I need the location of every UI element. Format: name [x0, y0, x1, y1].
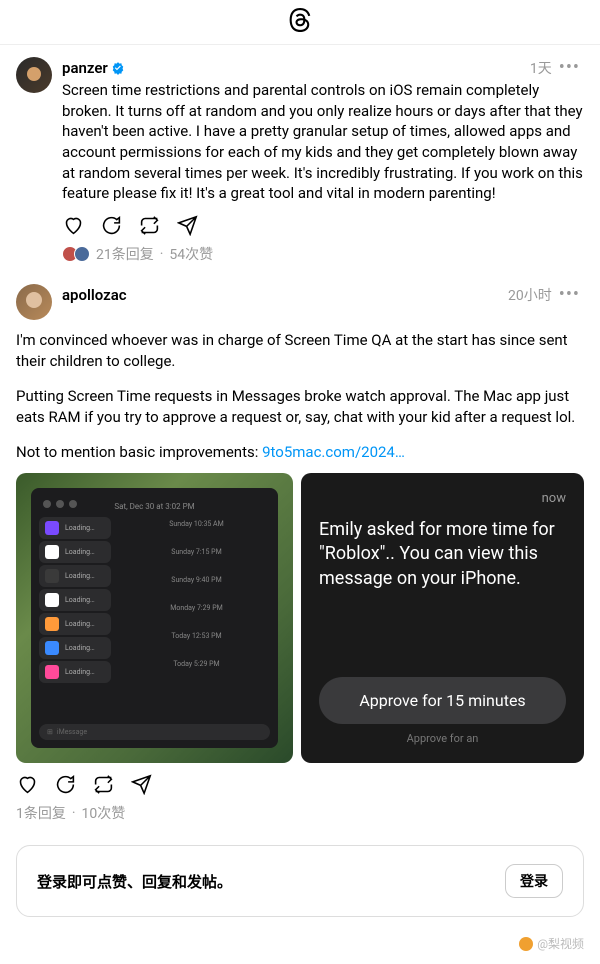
login-prompt-text: 登录即可点赞、回复和发帖。: [37, 871, 232, 892]
like-icon[interactable]: [62, 214, 84, 236]
attachment-mac-screenshot[interactable]: Sat, Dec 30 at 3:02 PM Loading…Loading…L…: [16, 473, 293, 763]
like-icon[interactable]: [16, 773, 38, 795]
repost-icon[interactable]: [138, 214, 160, 236]
mac-message-input: ⊞iMessage: [39, 724, 270, 740]
likes-count[interactable]: 54次赞: [169, 244, 213, 264]
external-link[interactable]: 9to5mac.com/2024…: [262, 443, 405, 461]
timestamp: 1天: [530, 58, 552, 78]
timestamp: 20小时: [508, 285, 552, 305]
app-header: [0, 0, 600, 45]
username[interactable]: apollozac: [62, 286, 127, 304]
share-icon[interactable]: [176, 214, 198, 236]
post-stats: 21条回复 · 54次赞: [62, 244, 584, 264]
username[interactable]: panzer: [62, 59, 108, 77]
watermark: @梨视频: [0, 931, 600, 964]
post-stats: 1条回复 · 10次赞: [16, 803, 584, 823]
watermark-icon: [519, 937, 533, 951]
post-body: Screen time restrictions and parental co…: [62, 80, 584, 204]
avatar[interactable]: [16, 57, 52, 93]
replies-count[interactable]: 21条回复: [96, 244, 154, 264]
watch-approve-button: Approve for 15 minutes: [319, 677, 566, 724]
more-icon[interactable]: •••: [555, 284, 584, 305]
more-icon[interactable]: •••: [555, 57, 584, 78]
login-button[interactable]: 登录: [505, 864, 563, 898]
verified-icon: [111, 61, 125, 75]
post-body: I'm convinced whoever was in charge of S…: [16, 330, 584, 463]
likes-count[interactable]: 10次赞: [82, 803, 126, 823]
share-icon[interactable]: [130, 773, 152, 795]
threads-logo-icon[interactable]: [288, 8, 312, 36]
post: panzer 1天 ••• Screen time restrictions a…: [0, 45, 600, 272]
reply-icon[interactable]: [100, 214, 122, 236]
watch-now-label: now: [319, 491, 566, 506]
post: apollozac 20小时 ••• I'm convinced whoever…: [0, 272, 600, 831]
reply-avatars: [62, 246, 90, 262]
attachments: Sat, Dec 30 at 3:02 PM Loading…Loading…L…: [16, 473, 584, 763]
attachment-watch-screenshot[interactable]: now Emily asked for more time for "Roblo…: [301, 473, 584, 763]
login-prompt: 登录即可点赞、回复和发帖。 登录: [16, 845, 584, 917]
repost-icon[interactable]: [92, 773, 114, 795]
watch-notification-text: Emily asked for more time for "Roblox"..…: [319, 518, 566, 669]
replies-count[interactable]: 1条回复: [16, 803, 66, 823]
avatar[interactable]: [16, 284, 52, 320]
reply-icon[interactable]: [54, 773, 76, 795]
